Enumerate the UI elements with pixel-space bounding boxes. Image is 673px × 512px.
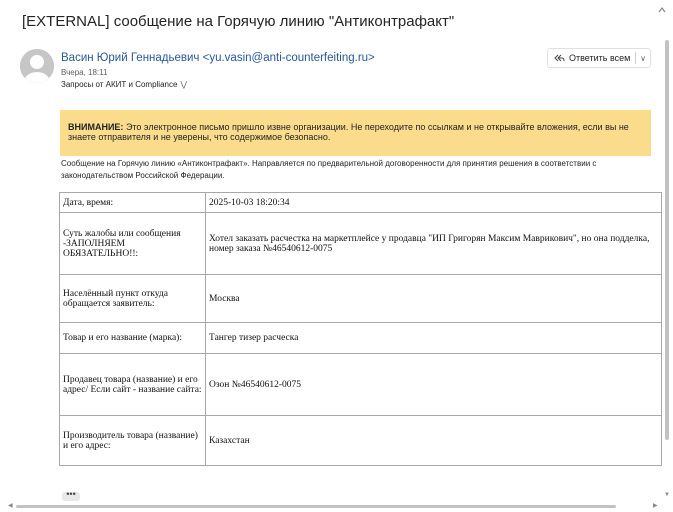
sender-avatar[interactable] — [20, 49, 54, 83]
intro-text: Сообщение на Горячую линию «Антиконтрафа… — [61, 159, 597, 180]
field-label: Суть жалобы или сообщения -ЗАПОЛНЯЕМ ОБЯ… — [59, 212, 206, 275]
field-value: Казахстан — [205, 415, 662, 466]
table-row: Товар и его название (марка): Тангер тиз… — [59, 322, 662, 354]
scroll-down-icon[interactable]: ▼ — [664, 492, 670, 498]
hotline-form-table: Дата, время: 2025-10-03 18:20:34 Суть жа… — [59, 192, 662, 466]
external-warning-banner: ВНИМАНИЕ: Это электронное письмо пришло … — [60, 110, 651, 156]
message-subject: [EXTERNAL] сообщение на Горячую линию "А… — [22, 13, 455, 30]
table-row: Производитель товара (название) и его ад… — [59, 415, 662, 466]
reply-all-icon — [554, 54, 565, 61]
warning-text: Это электронное письмо пришло извне орга… — [68, 122, 629, 142]
vertical-scrollbar[interactable]: ▼ — [663, 40, 671, 502]
horizontal-scrollbar[interactable]: ◀ ▶ — [8, 503, 660, 509]
field-value: 2025-10-03 18:20:34 — [205, 192, 662, 213]
message-date: Вчера, 18:11 — [61, 68, 108, 77]
table-row: Населённый пункт откуда обращается заяви… — [59, 274, 662, 323]
table-row: Суть жалобы или сообщения -ЗАПОЛНЯЕМ ОБЯ… — [59, 212, 662, 275]
horizontal-scroll-thumb[interactable] — [16, 505, 616, 508]
warning-label: ВНИМАНИЕ: — [68, 122, 124, 132]
field-value: Москва — [205, 274, 662, 323]
field-label: Продавец товара (название) и его адрес/ … — [59, 353, 206, 416]
sender-email[interactable]: <yu.vasin@anti-counterfeiting.ru> — [203, 52, 375, 64]
field-label: Производитель товара (название) и его ад… — [59, 415, 206, 466]
reply-all-button[interactable]: Ответить всем ∨ — [547, 48, 651, 68]
recipients-label: Запросы от АКИТ и Compliance — [61, 80, 178, 89]
expand-recipients-icon[interactable]: ⋁ — [180, 80, 187, 89]
person-icon — [20, 49, 54, 83]
show-more-button[interactable]: ••• — [62, 490, 80, 501]
table-row: Продавец товара (название) и его адрес/ … — [59, 353, 662, 416]
recipients-line[interactable]: Запросы от АКИТ и Compliance ⋁ — [61, 80, 187, 89]
reply-all-main[interactable]: Ответить всем — [548, 49, 635, 67]
reply-all-label: Ответить всем — [569, 53, 631, 63]
scroll-left-icon[interactable]: ◀ — [8, 502, 13, 509]
field-label: Населённый пункт откуда обращается заяви… — [59, 274, 206, 323]
field-label: Дата, время: — [59, 192, 206, 213]
field-value: Озон №46540612-0075 — [205, 353, 662, 416]
field-value: Тангер тизер расческа — [205, 322, 662, 354]
field-value: Хотел заказать расчестка на маркетплейсе… — [205, 212, 662, 275]
table-row: Дата, время: 2025-10-03 18:20:34 — [59, 192, 662, 213]
sender-name[interactable]: Васин Юрий Геннадьевич — [61, 52, 199, 64]
sender-line[interactable]: Васин Юрий Геннадьевич <yu.vasin@anti-co… — [61, 52, 375, 64]
vertical-scroll-thumb[interactable] — [665, 40, 669, 440]
field-label: Товар и его название (марка): — [59, 322, 206, 354]
scroll-right-icon[interactable]: ▶ — [653, 502, 658, 509]
scroll-up-icon[interactable] — [656, 4, 668, 16]
reply-options-chevron-icon[interactable]: ∨ — [636, 54, 650, 63]
